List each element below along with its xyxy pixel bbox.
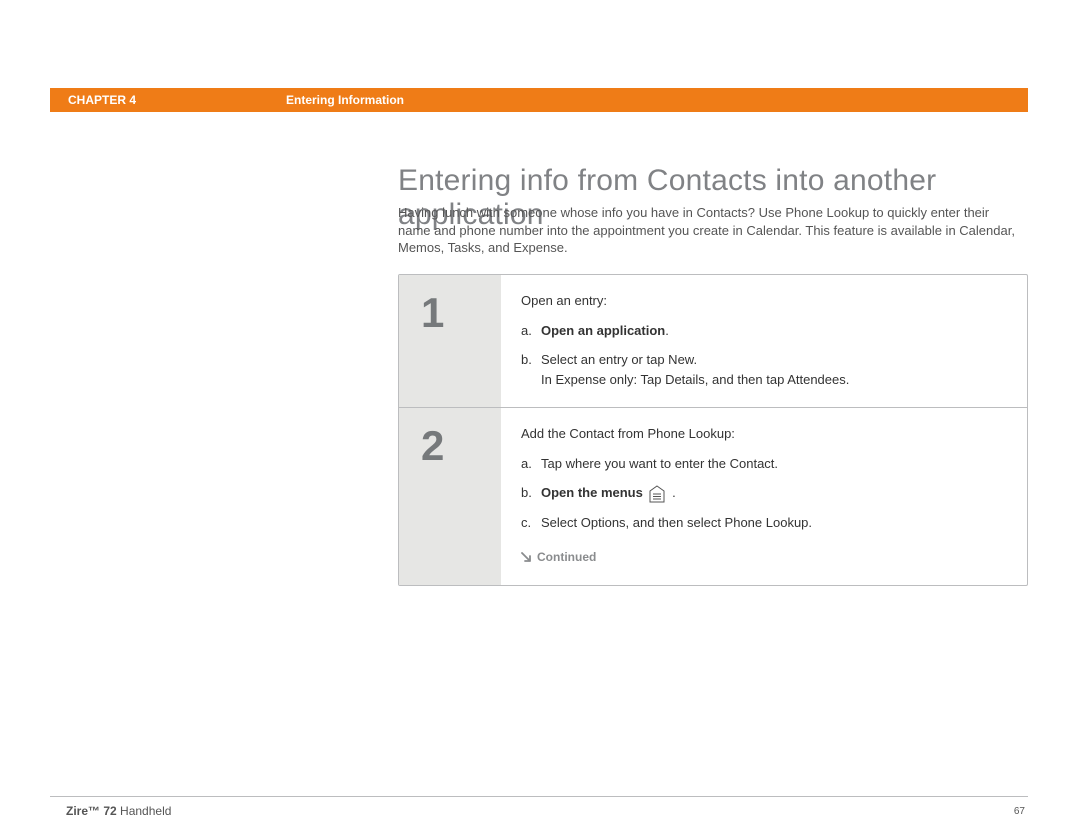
chapter-band: CHAPTER 4 Entering Information <box>50 88 1028 112</box>
steps-container: 1 Open an entry: a. Open an application.… <box>398 274 1028 586</box>
footer-divider <box>50 796 1028 797</box>
step-body: Add the Contact from Phone Lookup: a. Ta… <box>501 407 1027 585</box>
step-subitem: b. Open the menus . <box>521 483 1007 503</box>
section-label: Entering Information <box>286 93 404 107</box>
step-number: 2 <box>399 407 501 585</box>
footer-product: Zire™ 72 Handheld <box>66 804 171 818</box>
step-subitem: a. Open an application. <box>521 321 1007 341</box>
footer-page-number: 67 <box>1014 806 1025 817</box>
subitem-text: Open the menus . <box>541 483 1007 503</box>
subitem-label: b. <box>521 350 541 389</box>
subitem-text: Select an entry or tap New. In Expense o… <box>541 350 1007 389</box>
step-row: 1 Open an entry: a. Open an application.… <box>399 275 1027 407</box>
link-open-menus[interactable]: Open the menus <box>541 485 643 500</box>
continued-indicator: Continued <box>521 548 1007 567</box>
chapter-label: CHAPTER 4 <box>68 93 286 107</box>
subitem-label: a. <box>521 321 541 341</box>
subitem-label: c. <box>521 513 541 533</box>
subitem-text: Open an application. <box>541 321 1007 341</box>
subitem-label: b. <box>521 483 541 503</box>
menus-icon <box>648 485 666 503</box>
continued-label: Continued <box>537 550 596 564</box>
subitem-note: In Expense only: Tap Details, and then t… <box>541 372 849 387</box>
intro-paragraph: Having lunch with someone whose info you… <box>398 204 1020 257</box>
subitem-text: Tap where you want to enter the Contact. <box>541 454 1007 474</box>
step-lead: Open an entry: <box>521 291 1007 311</box>
step-number: 1 <box>399 275 501 407</box>
link-open-application[interactable]: Open an application <box>541 323 665 338</box>
step-subitem: a. Tap where you want to enter the Conta… <box>521 454 1007 474</box>
step-row: 2 Add the Contact from Phone Lookup: a. … <box>399 407 1027 585</box>
continued-arrow-icon <box>521 549 531 567</box>
step-subitem: b. Select an entry or tap New. In Expens… <box>521 350 1007 389</box>
subitem-suffix: . <box>668 485 675 500</box>
subitem-label: a. <box>521 454 541 474</box>
step-body: Open an entry: a. Open an application. b… <box>501 275 1027 407</box>
subitem-text: Select Options, and then select Phone Lo… <box>541 513 1007 533</box>
step-lead: Add the Contact from Phone Lookup: <box>521 424 1007 444</box>
subitem-suffix: . <box>665 323 669 338</box>
step-subitem: c. Select Options, and then select Phone… <box>521 513 1007 533</box>
